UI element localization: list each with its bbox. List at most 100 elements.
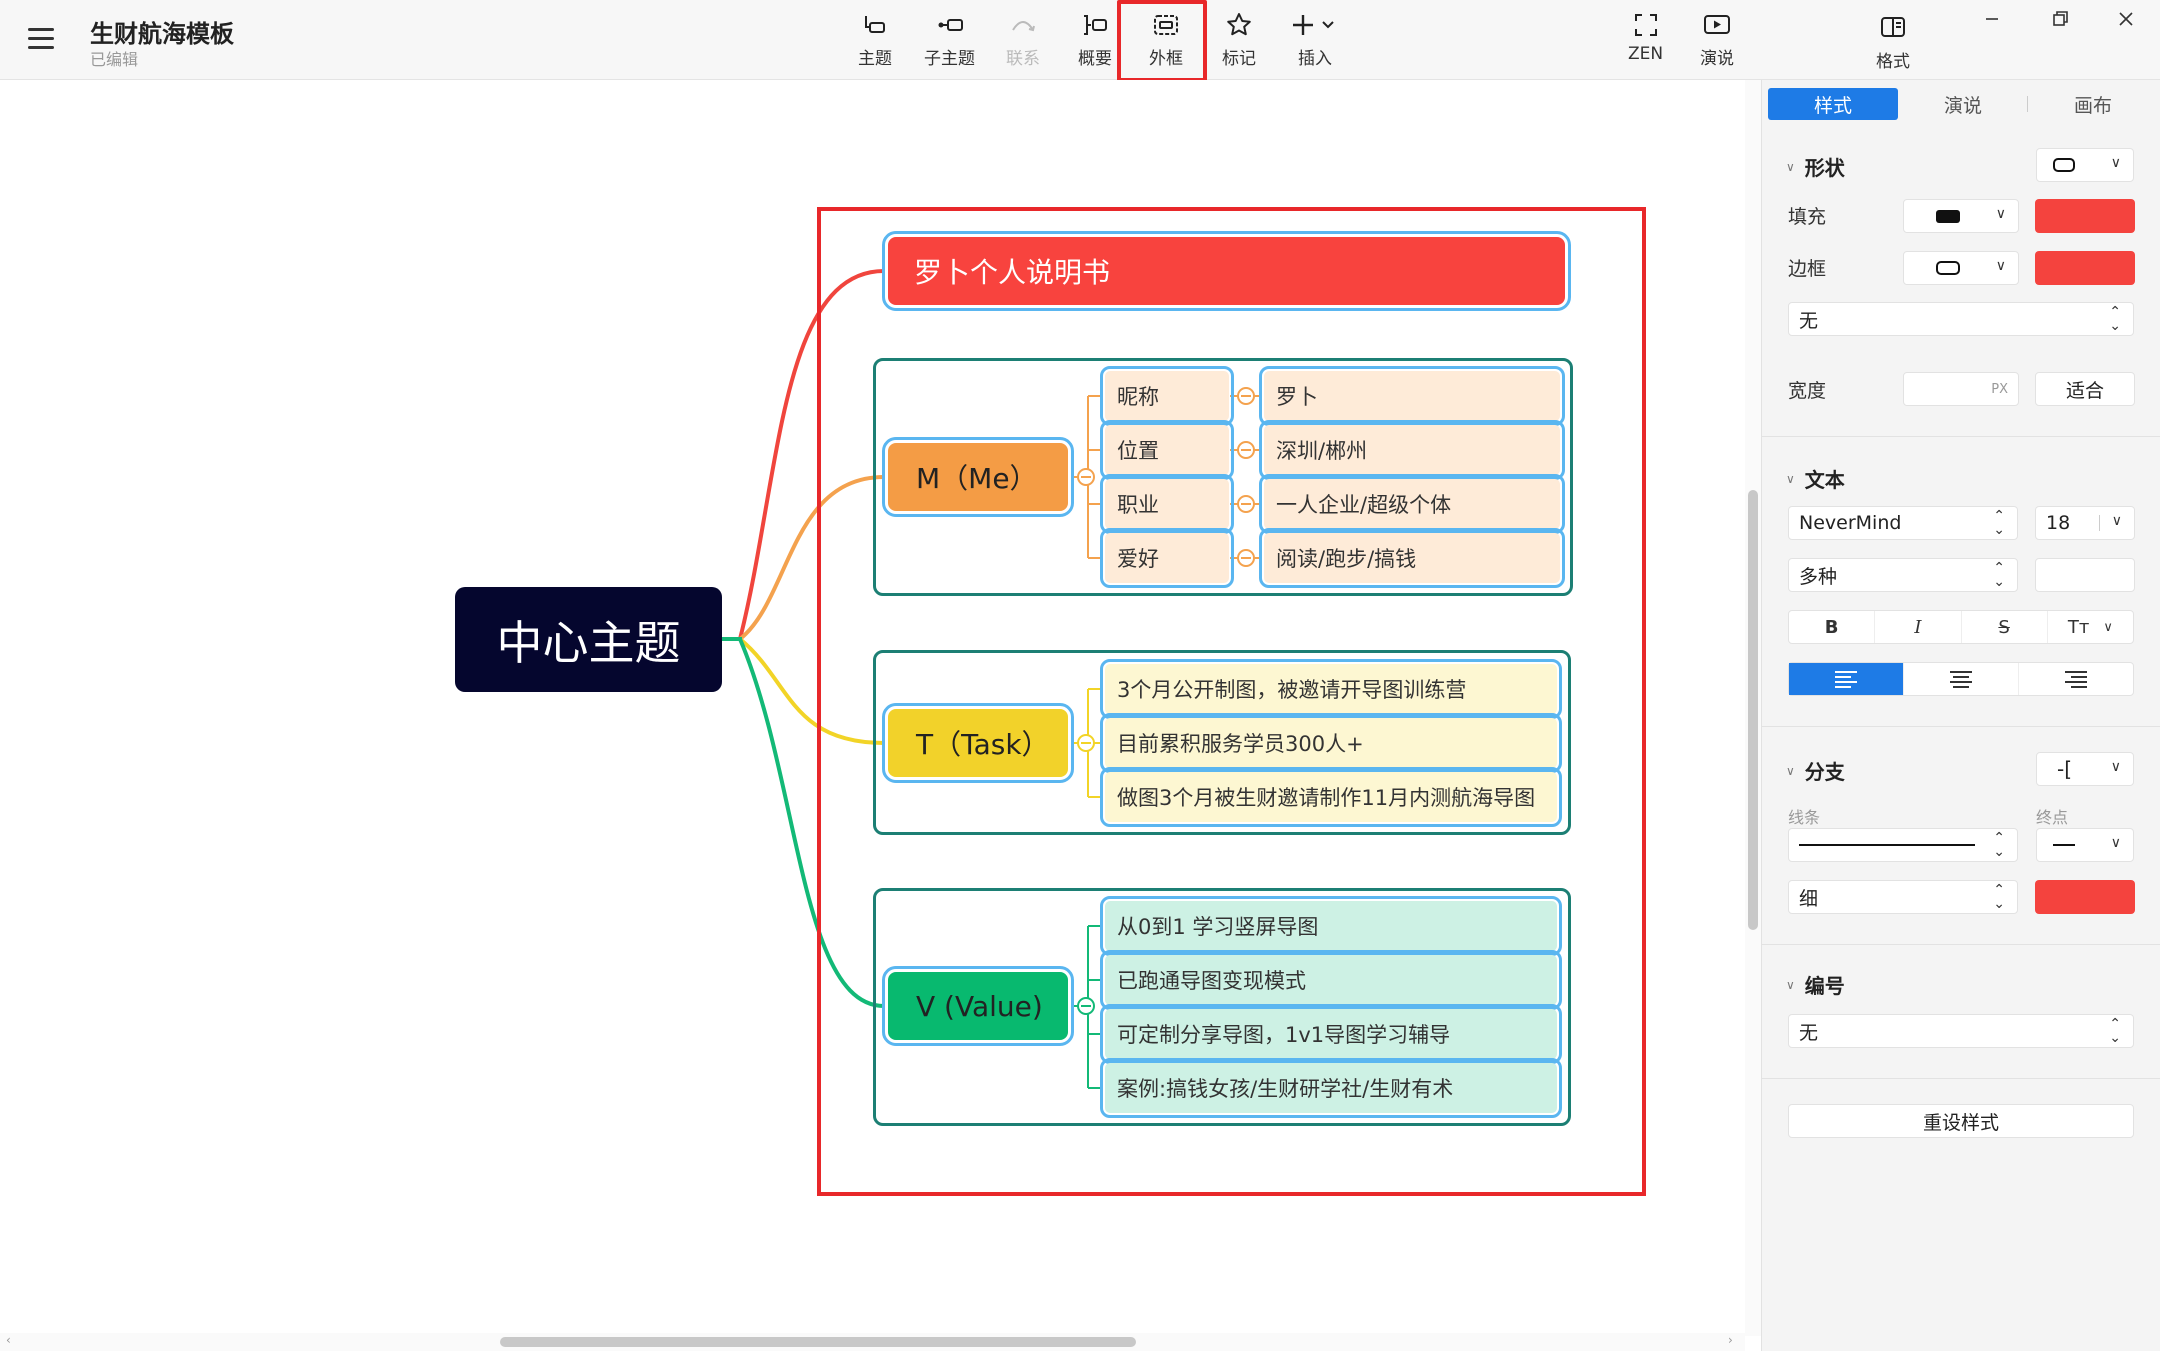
document-status: 已编辑 xyxy=(90,50,139,69)
end-label: 终点 xyxy=(2036,808,2069,827)
central-topic[interactable]: 中心主题 xyxy=(455,587,722,692)
font-family-value: NeverMind xyxy=(1799,512,1902,534)
width-unit: PX xyxy=(1991,381,2008,397)
font-size-value: 18 xyxy=(2046,512,2071,534)
subtopic-icon xyxy=(938,19,963,31)
line-style-select[interactable]: ⌃ ⌄ xyxy=(1788,828,2018,862)
panel-icon xyxy=(1881,16,1905,37)
zen-label: ZEN xyxy=(1628,44,1664,64)
font-family-select[interactable]: NeverMind ⌃ ⌄ xyxy=(1788,506,2018,540)
panel-tabs: 样式 演说 画布 xyxy=(1762,80,2160,126)
chevron-down-icon: ∨ xyxy=(1786,159,1795,174)
section-numbering-title: 编号 xyxy=(1804,974,1845,998)
chevron-down-icon: ∨ xyxy=(1786,977,1795,992)
section-numbering[interactable]: ∨ 编号 xyxy=(1786,970,1845,999)
mindmap-app: 生财航海模板 已编辑 主题 子主题 联系 概要 外框 标记 插入 ZEN 演说 … xyxy=(0,0,2160,1351)
fill-label: 填充 xyxy=(1788,206,1827,228)
boundary-highlight-annotation xyxy=(1117,0,1207,82)
divider xyxy=(1762,436,2160,437)
align-left-button[interactable] xyxy=(1789,663,1904,695)
play-icon xyxy=(1704,15,1730,34)
subtopic-button[interactable]: 子主题 xyxy=(924,10,975,72)
font-weight-select[interactable]: 多种 ⌃ ⌄ xyxy=(1788,558,2018,592)
mindmap-canvas[interactable]: 中心主题 罗卜个人说明书 M（Me） 昵称 位置 职业 爱好 罗卜 深圳/郴州 … xyxy=(0,80,1745,1336)
strikethrough-button[interactable]: S xyxy=(1962,611,2048,643)
shape-select[interactable]: ∨ xyxy=(2036,148,2134,182)
border-pattern-select[interactable]: 无 ⌃ ⌄ xyxy=(1788,302,2134,336)
fill-style-select[interactable]: ∨ xyxy=(1903,199,2019,233)
insert-button[interactable]: 插入 xyxy=(1290,10,1340,72)
restore-button[interactable] xyxy=(2040,4,2080,34)
text-case-label: Tт xyxy=(2067,616,2090,638)
updown-icon: ⌃ ⌄ xyxy=(1993,830,2005,860)
chevron-down-icon: ∨ xyxy=(1786,471,1795,486)
section-text[interactable]: ∨ 文本 xyxy=(1786,464,1845,493)
vertical-scroll-thumb[interactable] xyxy=(1748,490,1758,930)
summary-button[interactable]: 概要 xyxy=(1078,10,1112,72)
border-style-select[interactable]: ∨ xyxy=(1903,251,2019,285)
summary-label: 概要 xyxy=(1078,49,1112,69)
document-title[interactable]: 生财航海模板 xyxy=(90,14,234,49)
relationship-label: 联系 xyxy=(1006,49,1040,69)
menu-icon[interactable] xyxy=(28,28,54,50)
topic-button[interactable]: 主题 xyxy=(858,10,892,72)
vertical-scrollbar[interactable] xyxy=(1745,80,1761,1336)
marker-label: 标记 xyxy=(1222,49,1256,69)
section-shape-title: 形状 xyxy=(1804,156,1845,180)
align-center-button[interactable] xyxy=(1904,663,2019,695)
align-left-icon xyxy=(1835,670,1857,688)
tab-present[interactable]: 演说 xyxy=(1898,88,2028,120)
minimize-button[interactable] xyxy=(1972,4,2012,34)
selection-highlight-annotation xyxy=(817,207,1646,1196)
relationship-button[interactable]: 联系 xyxy=(1006,10,1040,72)
plus-icon xyxy=(1293,15,1334,35)
fill-solid-icon xyxy=(1936,209,1960,223)
bold-button[interactable]: B xyxy=(1789,611,1876,643)
fullscreen-icon xyxy=(1634,14,1657,36)
line-end-select[interactable]: ∨ xyxy=(2036,828,2134,862)
numbering-value: 无 xyxy=(1799,1021,1819,1044)
reset-style-button[interactable]: 重设样式 xyxy=(1788,1104,2134,1138)
horizontal-scroll-thumb[interactable] xyxy=(500,1337,1136,1347)
section-branch[interactable]: ∨ 分支 xyxy=(1786,756,1845,785)
italic-button[interactable]: I xyxy=(1875,611,1962,643)
font-size-select[interactable]: 18 ∨ xyxy=(2035,506,2135,540)
chevron-down-icon: ∨ xyxy=(1995,206,2006,222)
align-center-icon xyxy=(1950,670,1972,688)
mindmap: 中心主题 罗卜个人说明书 M（Me） 昵称 位置 职业 爱好 罗卜 深圳/郴州 … xyxy=(0,80,1745,1336)
format-panel: 样式 演说 画布 ∨ 形状 ∨ 填充 ∨ 边框 ∨ 无 ⌃ ⌄ 宽度 PX 适合… xyxy=(1761,80,2160,1351)
close-button[interactable] xyxy=(2106,4,2146,34)
font-weight-value: 多种 xyxy=(1799,565,1838,588)
section-shape[interactable]: ∨ 形状 xyxy=(1786,152,1845,181)
present-label: 演说 xyxy=(1700,49,1734,69)
rounded-rect-shape-icon xyxy=(2053,158,2075,172)
width-input[interactable]: PX xyxy=(1903,372,2019,406)
scroll-right-icon[interactable]: › xyxy=(1728,1333,1733,1347)
line-thickness-select[interactable]: 细 ⌃ ⌄ xyxy=(1788,880,2018,914)
align-right-icon xyxy=(2065,670,2087,688)
text-color-swatch[interactable] xyxy=(2035,558,2135,592)
format-panel-button[interactable]: 格式 xyxy=(1876,10,1910,72)
scroll-left-icon[interactable]: ‹ xyxy=(6,1333,11,1347)
insert-label: 插入 xyxy=(1298,49,1332,69)
line-label: 线条 xyxy=(1788,808,1821,827)
present-button[interactable]: 演说 xyxy=(1700,10,1734,72)
border-color-swatch[interactable] xyxy=(2035,251,2135,285)
marker-button[interactable]: 标记 xyxy=(1222,10,1256,72)
format-toggle-bg xyxy=(1878,10,1908,43)
zen-mode-button[interactable]: ZEN xyxy=(1628,10,1663,72)
numbering-select[interactable]: 无 ⌃ ⌄ xyxy=(1788,1014,2134,1048)
tab-canvas[interactable]: 画布 xyxy=(2028,88,2158,120)
section-branch-title: 分支 xyxy=(1804,760,1845,784)
branch-color-swatch[interactable] xyxy=(2035,880,2135,914)
branch-style-select[interactable]: -[ ∨ xyxy=(2036,752,2134,786)
tab-style[interactable]: 样式 xyxy=(1768,88,1898,120)
divider xyxy=(1762,944,2160,945)
text-case-button[interactable]: Tт ∨ xyxy=(2048,611,2133,643)
fill-color-swatch[interactable] xyxy=(2035,199,2135,233)
updown-icon: ⌃ ⌄ xyxy=(2109,1016,2121,1046)
horizontal-scrollbar[interactable]: ‹ › xyxy=(0,1333,1745,1351)
fit-button[interactable]: 适合 xyxy=(2035,372,2135,406)
align-right-button[interactable] xyxy=(2019,663,2133,695)
top-toolbar: 生财航海模板 已编辑 主题 子主题 联系 概要 外框 标记 插入 ZEN 演说 … xyxy=(0,0,2160,80)
